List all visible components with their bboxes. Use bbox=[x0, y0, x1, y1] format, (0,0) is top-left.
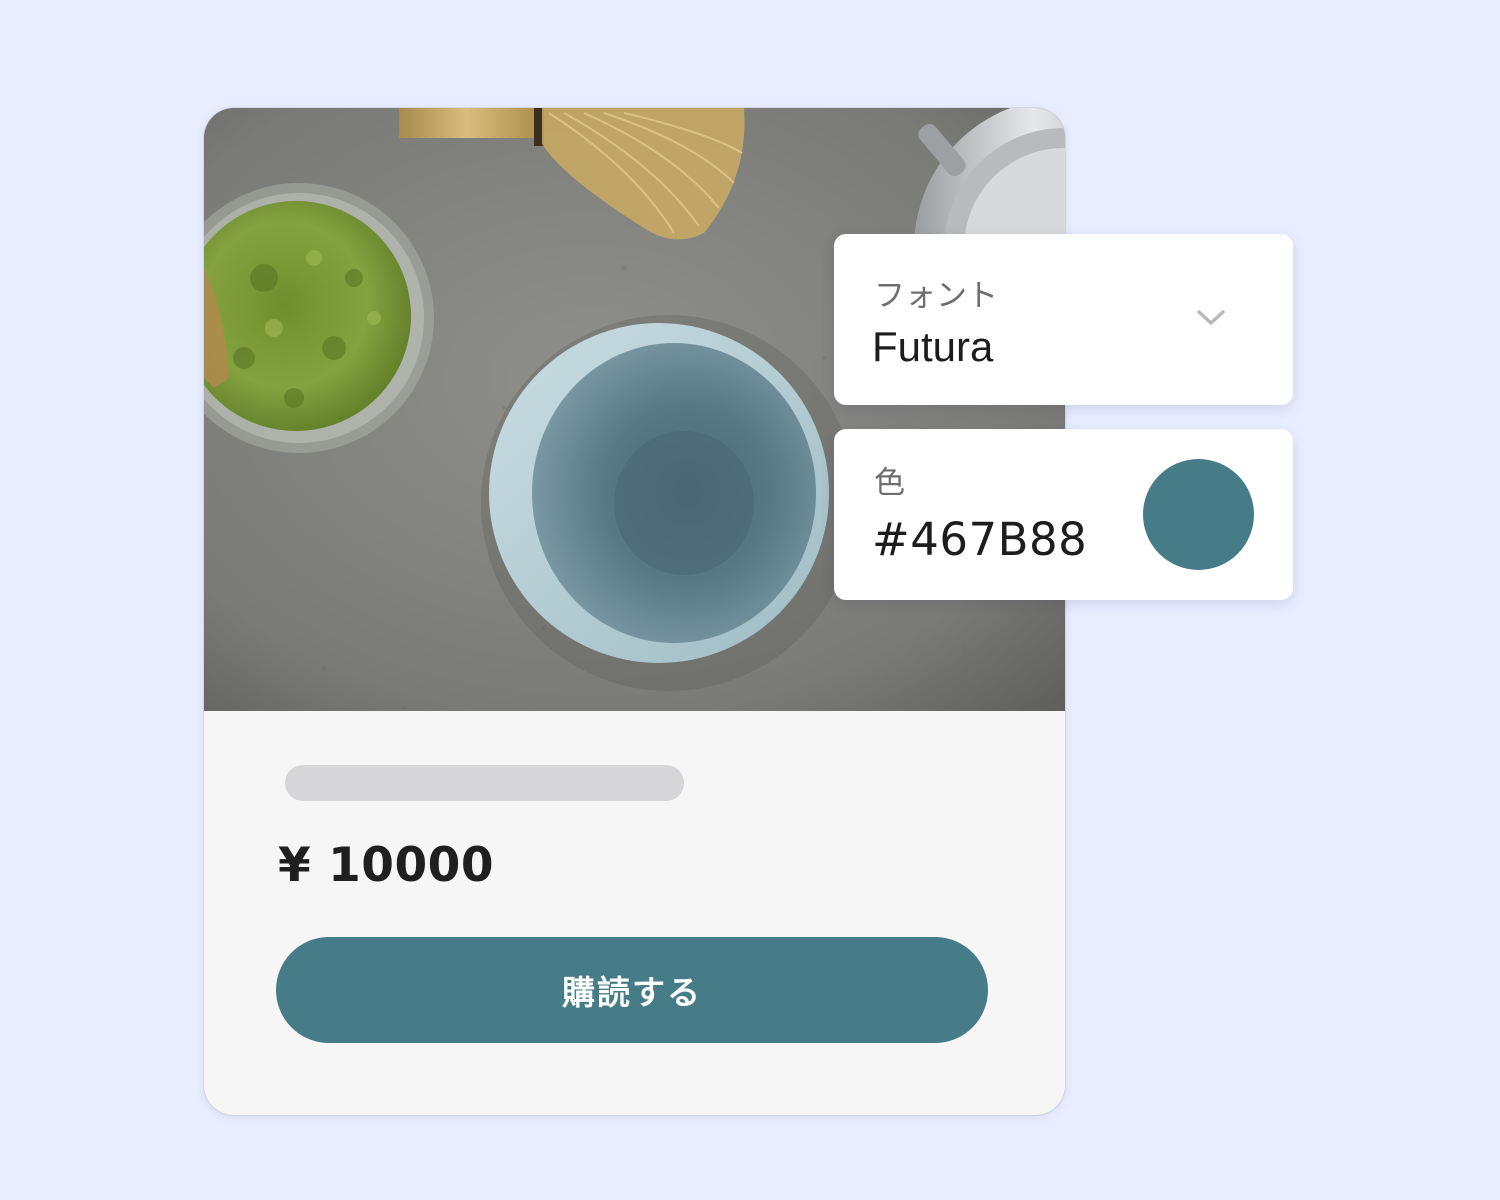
font-label: フォント bbox=[874, 278, 998, 314]
product-price: ¥ 10000 bbox=[278, 838, 495, 893]
color-swatch[interactable] bbox=[1143, 459, 1254, 570]
font-value: Futura bbox=[872, 323, 994, 370]
product-photo bbox=[204, 108, 1065, 711]
color-label: 色 bbox=[874, 465, 905, 501]
subscribe-button[interactable]: 購読する bbox=[276, 937, 988, 1043]
product-title-placeholder bbox=[285, 765, 684, 801]
chevron-down-icon[interactable] bbox=[1194, 304, 1228, 330]
color-hex-value[interactable]: #467B88 bbox=[872, 513, 1087, 566]
font-selector[interactable]: フォント Futura bbox=[834, 234, 1293, 405]
color-selector: 色 #467B88 bbox=[834, 429, 1293, 600]
